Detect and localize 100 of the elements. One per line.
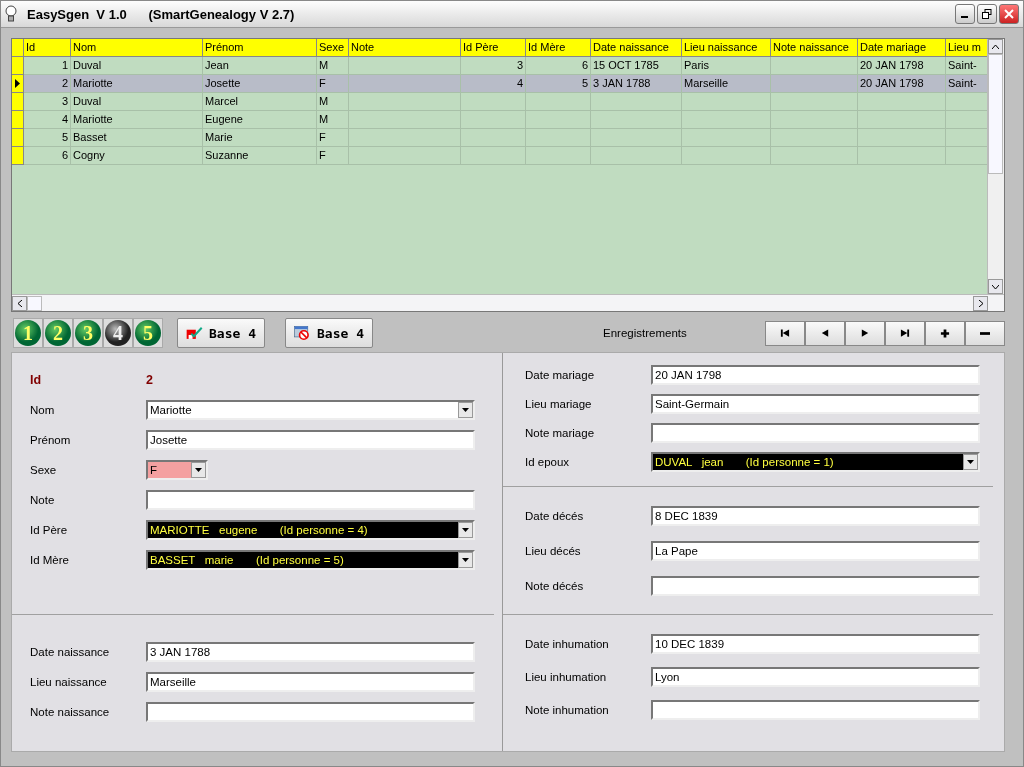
horizontal-scrollbar[interactable] xyxy=(12,294,1004,311)
column-header[interactable]: Date naissance xyxy=(591,39,682,57)
field-label: Note xyxy=(30,494,56,506)
table-cell xyxy=(461,129,526,147)
table-cell: 4 xyxy=(461,75,526,93)
column-header[interactable]: Note xyxy=(349,39,461,57)
last-button[interactable] xyxy=(885,320,925,346)
column-header[interactable]: Id Mère xyxy=(526,39,591,57)
table-row[interactable]: 3 Duval Marcel M xyxy=(12,93,987,111)
table-cell: Marseille xyxy=(682,75,771,93)
column-header[interactable]: Lieu naissance xyxy=(682,39,771,57)
combo-box[interactable]: BASSET marie (Id personne = 5) xyxy=(146,550,475,570)
text-field[interactable]: 20 JAN 1798 xyxy=(651,364,980,385)
table-row[interactable]: 2 Mariotte Josette F 4 5 3 JAN 1788 Marseille 20 JAN 1798 Saint- xyxy=(12,75,987,93)
vertical-scrollbar[interactable] xyxy=(987,39,1004,294)
text-field[interactable]: Josette xyxy=(146,430,475,450)
column-header[interactable]: Prénom xyxy=(203,39,317,57)
table-cell: F xyxy=(317,129,349,147)
text-field[interactable]: 3 JAN 1788 xyxy=(146,642,475,662)
combo-box[interactable]: DUVAL jean (Id personne = 1) xyxy=(651,451,980,472)
table-cell: M xyxy=(317,93,349,111)
field-label: Date inhumation xyxy=(525,637,610,650)
combo-box[interactable]: Mariotte xyxy=(146,400,475,420)
first-record-icon xyxy=(780,328,790,338)
text-field[interactable]: La Pape xyxy=(651,540,980,561)
field-label: Id epoux xyxy=(525,455,571,468)
combo-box[interactable]: F xyxy=(146,460,208,480)
table-cell: M xyxy=(317,111,349,129)
column-header[interactable]: Note naissance xyxy=(771,39,858,57)
row-pointer-icon xyxy=(15,79,20,88)
field-label: Note mariage xyxy=(525,426,596,439)
table-cell: Cogny xyxy=(71,147,203,165)
table-row[interactable]: 5 Basset Marie F xyxy=(12,129,987,147)
remove-button[interactable] xyxy=(965,320,1005,346)
table-cell: Eugene xyxy=(203,111,317,129)
caret-icon xyxy=(462,558,469,562)
text-field[interactable] xyxy=(651,699,980,720)
table-cell xyxy=(461,147,526,165)
table-cell: Marcel xyxy=(203,93,317,111)
caret-icon xyxy=(195,468,202,472)
database-button[interactable]: 4 xyxy=(103,318,133,348)
column-header[interactable]: Date mariage xyxy=(858,39,946,57)
caret-icon xyxy=(967,459,974,464)
table-cell: Basset xyxy=(71,129,203,147)
text-field[interactable]: 8 DEC 1839 xyxy=(651,505,980,526)
field-label: Nom xyxy=(30,404,56,416)
text-field[interactable] xyxy=(146,490,475,510)
column-header[interactable]: Id Père xyxy=(461,39,526,57)
next-button[interactable] xyxy=(845,320,885,346)
table-cell: Suzanne xyxy=(203,147,317,165)
text-field[interactable]: Marseille xyxy=(146,672,475,692)
table-row[interactable]: 4 Mariotte Eugene M xyxy=(12,111,987,129)
prev-button[interactable] xyxy=(805,320,845,346)
table-cell: 5 xyxy=(24,129,71,147)
scroll-thumb[interactable] xyxy=(988,54,1003,174)
text-field[interactable] xyxy=(651,575,980,596)
column-header[interactable]: Lieu m xyxy=(946,39,987,57)
row-selector[interactable] xyxy=(12,75,24,93)
table-row[interactable]: 6 Cogny Suzanne F xyxy=(12,147,987,165)
minimize-button[interactable] xyxy=(955,4,975,24)
table-cell: Duval xyxy=(71,93,203,111)
table-cell xyxy=(461,93,526,111)
close-icon xyxy=(1004,9,1014,19)
text-field[interactable]: 10 DEC 1839 xyxy=(651,633,980,654)
field-label: Lieu mariage xyxy=(525,397,593,410)
scroll-thumb[interactable] xyxy=(27,295,42,311)
field-label: Note décés xyxy=(525,579,585,592)
plus-icon xyxy=(940,328,950,338)
caret-icon xyxy=(462,408,469,412)
field-label: Date naissance xyxy=(30,646,111,658)
previous-icon xyxy=(820,328,830,338)
table-cell: Mariotte xyxy=(71,75,203,93)
text-field[interactable]: Lyon xyxy=(651,666,980,687)
id-value: 2 xyxy=(146,373,153,387)
table-cell: F xyxy=(317,147,349,165)
caret-icon xyxy=(462,528,469,532)
column-header[interactable]: Nom xyxy=(71,39,203,57)
text-field[interactable]: Saint-Germain xyxy=(651,393,980,414)
column-header[interactable]: Id xyxy=(24,39,71,57)
close-button[interactable] xyxy=(999,4,1019,24)
first-button[interactable] xyxy=(765,320,805,346)
table-cell: 4 xyxy=(24,111,71,129)
window-title: EasySgen V 1.0 (SmartGenealogy V 2.7) xyxy=(27,6,296,22)
cancel-base-button[interactable]: Base 4 xyxy=(285,318,373,348)
field-label: Id Mère xyxy=(30,554,70,566)
table-cell xyxy=(461,111,526,129)
lightbulb-icon xyxy=(5,5,17,23)
text-field[interactable] xyxy=(146,702,475,722)
restore-icon xyxy=(982,9,992,19)
combo-box[interactable]: MARIOTTE eugene (Id personne = 4) xyxy=(146,520,475,540)
field-label: Note naissance xyxy=(30,706,111,718)
table-cell: Josette xyxy=(203,75,317,93)
text-field[interactable] xyxy=(651,422,980,443)
restore-button[interactable] xyxy=(977,4,997,24)
table-cell: 20 JAN 1798 xyxy=(858,75,946,93)
add-button[interactable] xyxy=(925,320,965,346)
field-label: Lieu naissance xyxy=(30,676,108,688)
records-label: Enregistrements xyxy=(603,327,688,339)
column-header[interactable]: Sexe xyxy=(317,39,349,57)
save-base-button[interactable]: Base 4 xyxy=(177,318,265,348)
